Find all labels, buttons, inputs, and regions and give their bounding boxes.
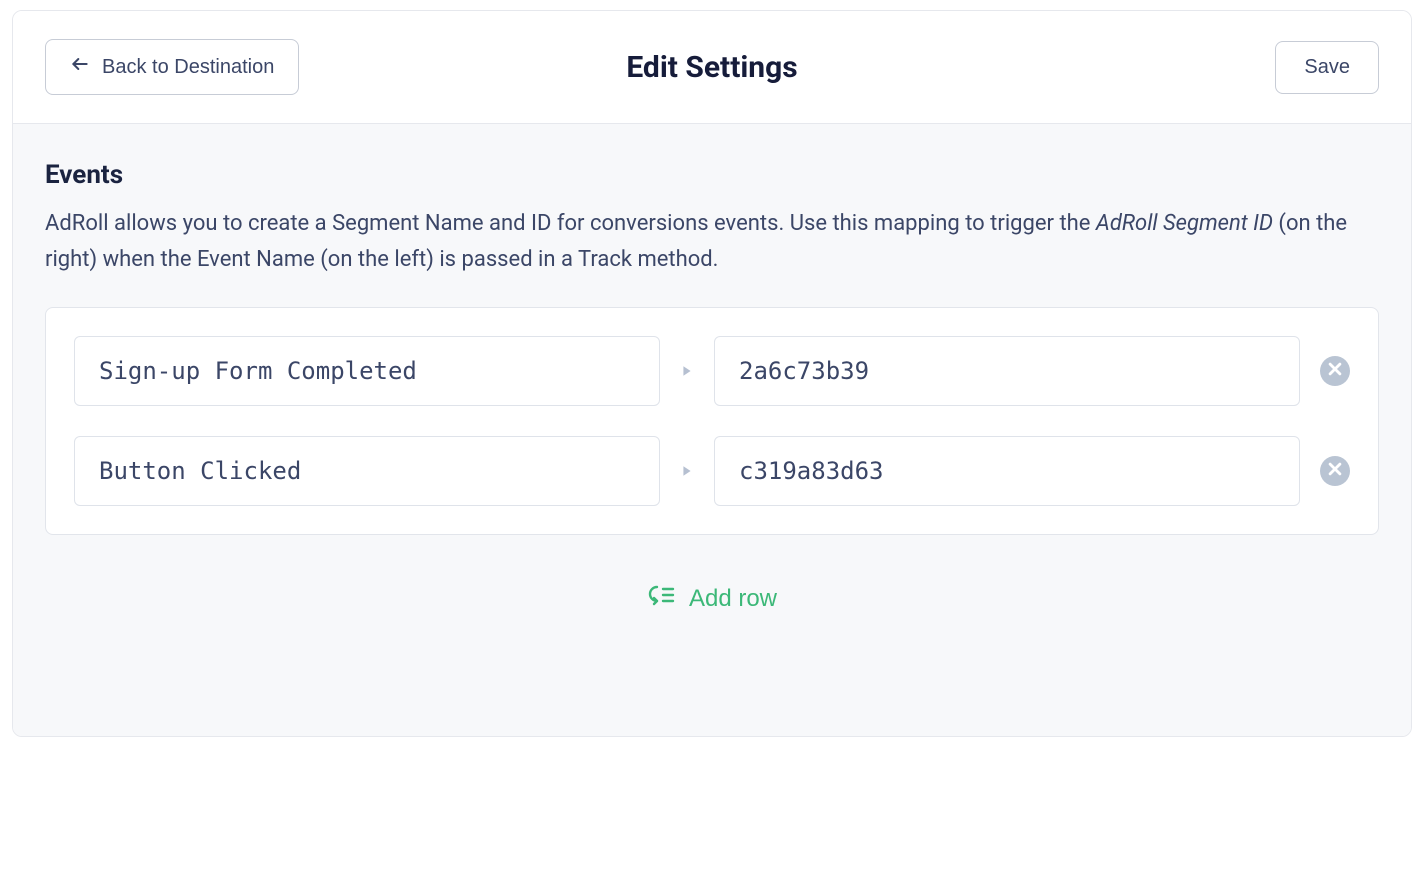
arrow-right-icon: [680, 364, 694, 378]
add-row-button[interactable]: Add row: [45, 583, 1379, 616]
arrow-left-icon: [70, 54, 90, 80]
page-title: Edit Settings: [626, 50, 797, 85]
remove-row-button[interactable]: [1320, 456, 1350, 486]
event-name-input[interactable]: [74, 336, 660, 406]
settings-panel: Back to Destination Edit Settings Save E…: [12, 10, 1412, 737]
header-bar: Back to Destination Edit Settings Save: [13, 11, 1411, 124]
description-prefix: AdRoll allows you to create a Segment Na…: [45, 211, 1096, 236]
back-button-label: Back to Destination: [102, 56, 274, 79]
add-row-label: Add row: [689, 585, 777, 613]
close-icon: [1328, 362, 1342, 379]
mapping-row: [74, 436, 1350, 506]
remove-row-button[interactable]: [1320, 356, 1350, 386]
event-name-input[interactable]: [74, 436, 660, 506]
arrow-right-icon: [680, 464, 694, 478]
section-description: AdRoll allows you to create a Segment Na…: [45, 206, 1379, 279]
save-button[interactable]: Save: [1275, 41, 1379, 94]
description-italic: AdRoll Segment ID: [1096, 211, 1273, 236]
section-title: Events: [45, 160, 1379, 190]
add-row-icon: [647, 584, 675, 615]
back-button[interactable]: Back to Destination: [45, 39, 299, 95]
mapping-row: [74, 336, 1350, 406]
content-area: Events AdRoll allows you to create a Seg…: [13, 124, 1411, 736]
mapping-card: [45, 307, 1379, 535]
close-icon: [1328, 462, 1342, 479]
segment-id-input[interactable]: [714, 336, 1300, 406]
segment-id-input[interactable]: [714, 436, 1300, 506]
